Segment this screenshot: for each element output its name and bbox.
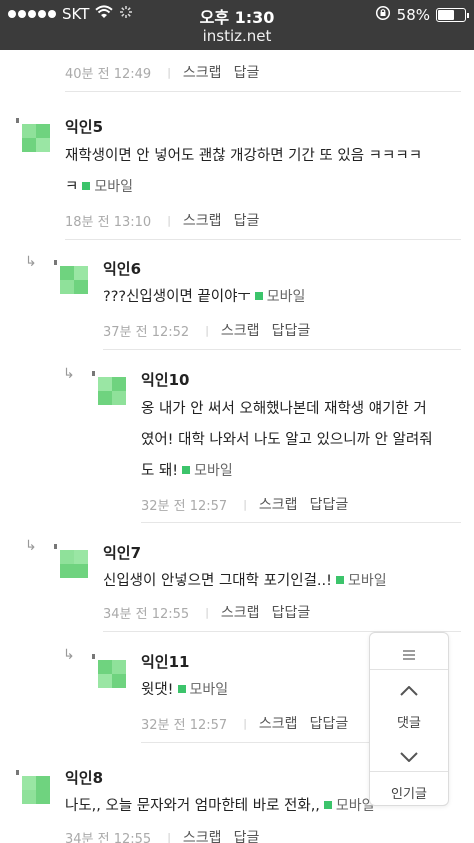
comment-author[interactable]: 익인7	[103, 542, 141, 563]
reply-button[interactable]: 답글	[234, 210, 260, 230]
comment-text-line: 신입생이 안넣으면 그대학 포기인걸..!	[103, 573, 332, 589]
mobile-badge-icon	[254, 292, 263, 300]
battery-percent: 58%	[396, 6, 430, 24]
floating-nav-panel: 댓글 인기글	[369, 632, 449, 806]
comments-nav-label[interactable]: 댓글	[370, 712, 448, 731]
divider	[103, 349, 461, 350]
comment-text: 신입생이 안넣으면 그대학 포기인걸..! 모바일	[103, 566, 463, 597]
rotation-lock-icon	[375, 5, 391, 25]
divider	[141, 742, 379, 743]
mobile-badge: 모바일	[332, 573, 387, 589]
reply-arrow-icon: ↳	[63, 366, 75, 382]
reply-arrow-icon: ↳	[25, 254, 37, 270]
avatar	[54, 260, 88, 294]
mobile-badge-icon	[177, 685, 186, 693]
comment-time: 37분 전 12:52	[103, 324, 190, 340]
avatar	[54, 544, 88, 578]
scrap-button[interactable]: 스크랩	[259, 494, 298, 514]
avatar	[92, 654, 126, 688]
divider	[65, 239, 461, 240]
scrap-button[interactable]: 스크랩	[183, 210, 222, 230]
mobile-label: 모바일	[194, 463, 233, 479]
scrap-button[interactable]: 스크랩	[221, 602, 260, 622]
mobile-badge: 모바일	[251, 289, 306, 305]
comment-meta: 37분 전 12:52 | 스크랩 답답글	[103, 320, 310, 340]
comment-time: 34분 전 12:55	[65, 831, 152, 843]
comment-text-line: 나도,, 오늘 문자와거 엄마한테 바로 전화,,	[65, 798, 320, 814]
comment-text-line: 옹 내가 안 써서 오해했나본데 재학생 얘기한 거	[141, 401, 427, 417]
scrap-button[interactable]: 스크랩	[183, 827, 222, 843]
comment-author[interactable]: 익인10	[141, 369, 189, 390]
scrap-button[interactable]: 스크랩	[221, 320, 260, 340]
comment-text-line: ???신입생이면 끝이야ㅜ	[103, 289, 251, 305]
comment-author[interactable]: 익인6	[103, 258, 141, 279]
comment-author[interactable]: 익인5	[65, 116, 103, 137]
mobile-badge-icon	[335, 576, 344, 584]
chevron-down-icon[interactable]	[370, 747, 448, 766]
mobile-label: 모바일	[266, 289, 306, 305]
comment-text-line: ㅋ	[65, 179, 79, 195]
comment-author[interactable]: 익인11	[141, 651, 189, 672]
mobile-badge: 모바일	[78, 179, 133, 195]
comment-text: 재학생이면 안 넣어도 괜찮 개강하면 기간 또 있음 ㅋㅋㅋㅋ ㅋ 모바일	[65, 141, 465, 203]
reply-button[interactable]: 답글	[234, 827, 260, 843]
reply-arrow-icon: ↳	[25, 538, 37, 554]
status-bar: SKT 오후 1:30 58%	[0, 2, 474, 27]
battery-icon	[436, 8, 469, 22]
comment-text: 윗댓! 모바일	[141, 675, 361, 706]
comment-meta: 18분 전 13:10 | 스크랩 답글	[65, 210, 259, 230]
comment-text-line: 윗댓!	[141, 682, 174, 698]
mobile-badge: 모바일	[178, 463, 233, 479]
divider	[141, 522, 461, 523]
menu-icon[interactable]	[370, 645, 448, 664]
popular-posts-button[interactable]: 인기글	[370, 783, 448, 802]
comment-time: 34분 전 12:55	[103, 606, 190, 622]
comment-time: 40분 전 12:49	[65, 66, 152, 82]
mobile-badge-icon	[182, 466, 191, 474]
reply-button[interactable]: 답답글	[310, 713, 349, 733]
panel-divider	[370, 669, 448, 670]
mobile-badge-icon	[323, 801, 332, 809]
reply-button[interactable]: 답답글	[310, 494, 349, 514]
comment-author[interactable]: 익인8	[65, 767, 103, 788]
comment-time: 32분 전 12:57	[141, 717, 228, 733]
comment-text-line: 재학생이면 안 넣어도 괜찮 개강하면 기간 또 있음 ㅋㅋㅋㅋ	[65, 148, 423, 164]
mobile-badge: 모바일	[320, 798, 375, 814]
reply-button[interactable]: 답답글	[272, 320, 311, 340]
comment-text: ???신입생이면 끝이야ㅜ 모바일	[103, 282, 463, 313]
comment-meta: 32분 전 12:57 | 스크랩 답답글	[141, 494, 348, 514]
comment-time: 18분 전 13:10	[65, 214, 152, 230]
scrap-button[interactable]: 스크랩	[259, 713, 298, 733]
mobile-label: 모바일	[189, 682, 229, 698]
mobile-badge: 모바일	[174, 682, 229, 698]
comment-meta: 32분 전 12:57 | 스크랩 답답글	[141, 713, 348, 733]
mobile-badge-icon	[82, 182, 91, 190]
url-bar[interactable]: instiz.net	[0, 27, 474, 45]
comment-text-line: 였어! 대학 나와서 나도 알고 있으니까 안 알려줘	[141, 432, 433, 448]
comment-time: 32분 전 12:57	[141, 498, 228, 514]
top-bar: SKT 오후 1:30 58% instiz.net	[0, 0, 474, 50]
chevron-up-icon[interactable]	[370, 681, 448, 700]
comment-meta: 34분 전 12:55 | 스크랩 답답글	[103, 602, 310, 622]
mobile-label: 모바일	[347, 573, 387, 589]
reply-button[interactable]: 답글	[234, 62, 260, 82]
comment-meta: 34분 전 12:55 | 스크랩 답글	[65, 827, 259, 843]
comment-text-line: 도 돼!	[141, 463, 179, 479]
panel-divider	[370, 771, 448, 772]
reply-button[interactable]: 답답글	[272, 602, 311, 622]
mobile-label: 모바일	[94, 179, 133, 195]
scrap-button[interactable]: 스크랩	[183, 62, 222, 82]
divider	[65, 91, 461, 92]
comment-text: 옹 내가 안 써서 오해했나본데 재학생 얘기한 거 였어! 대학 나와서 나도…	[141, 394, 466, 487]
avatar	[16, 770, 50, 804]
avatar	[16, 118, 50, 152]
avatar	[92, 371, 126, 405]
comment-meta: 40분 전 12:49 | 스크랩 답글	[65, 62, 259, 82]
reply-arrow-icon: ↳	[63, 647, 75, 663]
